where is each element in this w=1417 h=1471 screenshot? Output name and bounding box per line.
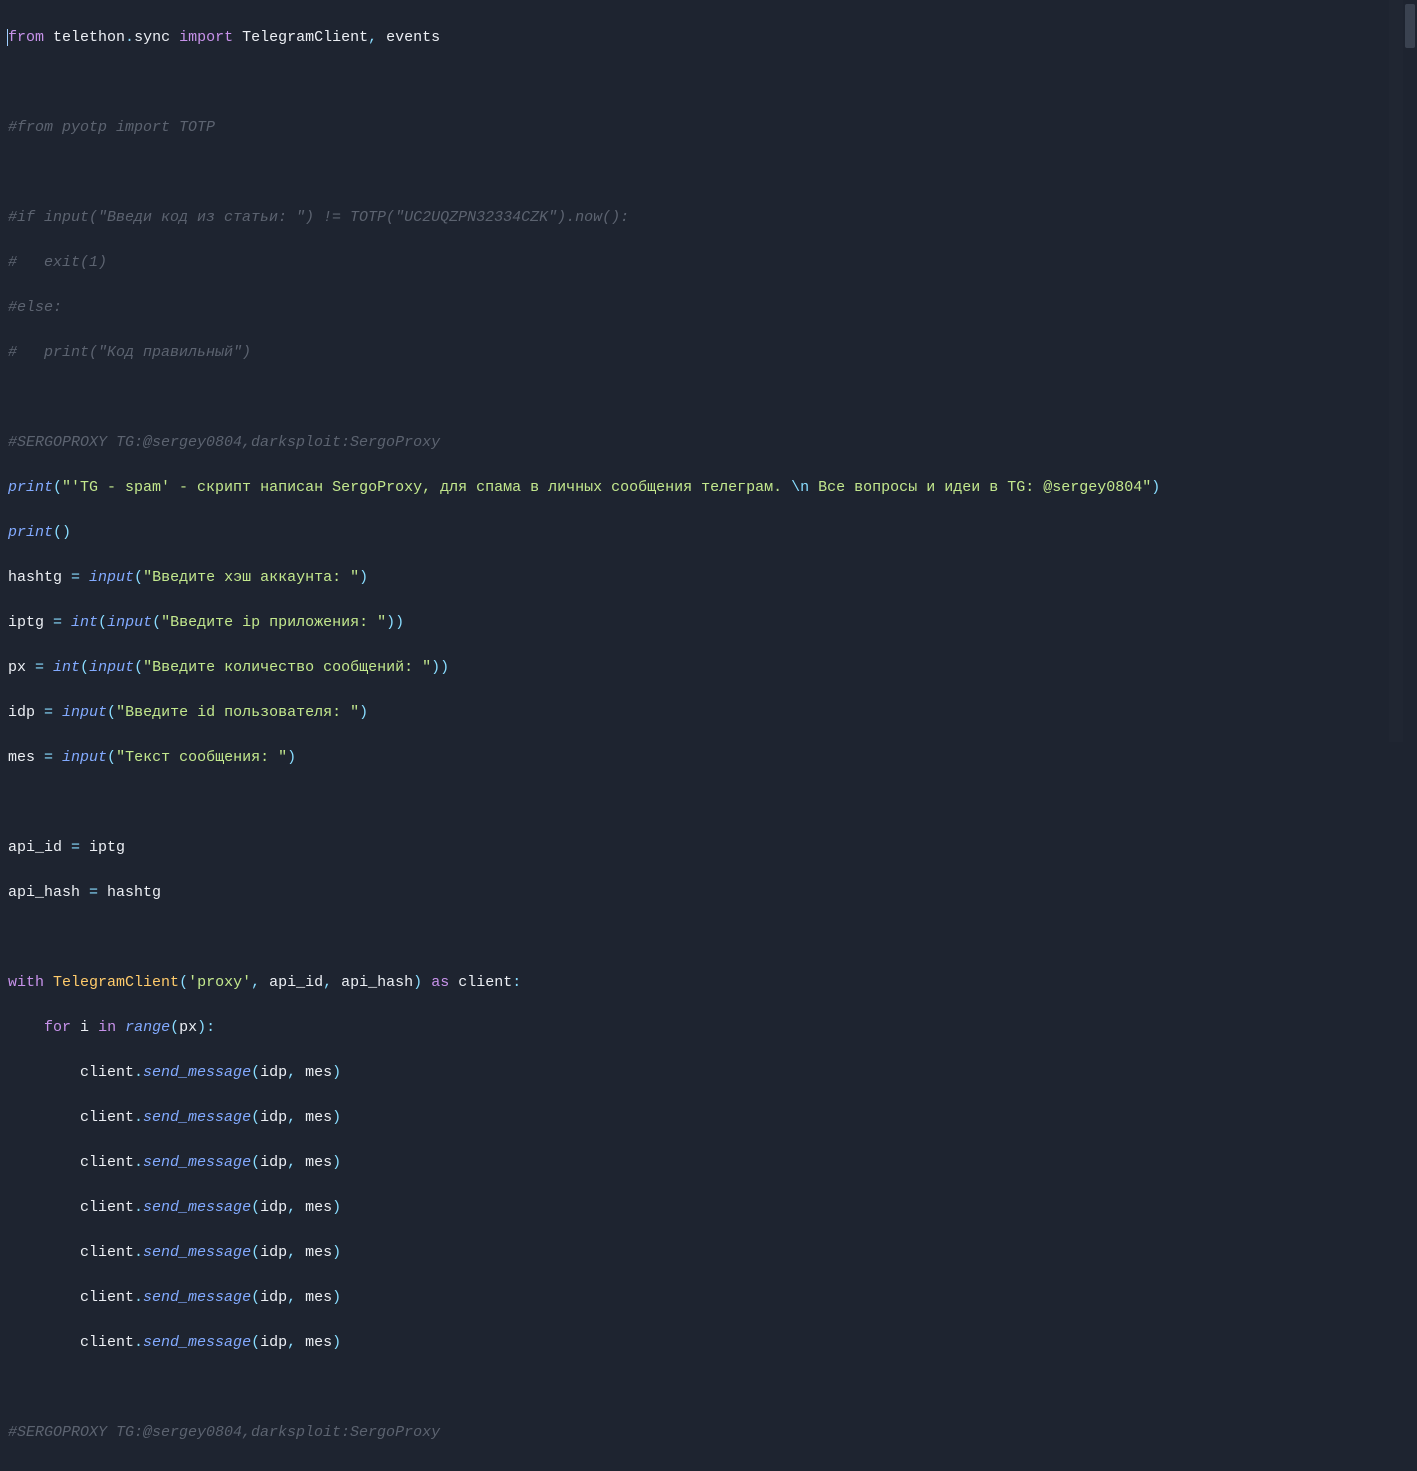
- identifier: mes: [8, 749, 35, 766]
- method-call: send_message: [143, 1064, 251, 1081]
- escape-sequence: \n: [791, 479, 809, 496]
- code-line[interactable]: print(): [8, 522, 1409, 545]
- code-line[interactable]: #SERGOPROXY TG:@sergey0804,darksploit:Se…: [8, 1422, 1409, 1445]
- comment: #SERGOPROXY TG:@sergey0804,darksploit:Se…: [8, 1424, 440, 1441]
- code-line[interactable]: #if input("Введи код из статьи: ") != TO…: [8, 207, 1409, 230]
- builtin-range: range: [125, 1019, 170, 1036]
- keyword-as: as: [431, 974, 449, 991]
- identifier: hashtg: [107, 884, 161, 901]
- code-line[interactable]: print("'TG - spam' - скрипт написан Serg…: [8, 477, 1409, 500]
- keyword-import: import: [179, 29, 233, 46]
- keyword-from: from: [8, 29, 44, 46]
- string-literal: 'proxy': [188, 974, 251, 991]
- code-line[interactable]: [8, 927, 1409, 950]
- method-call: send_message: [143, 1334, 251, 1351]
- comment: # exit(1): [8, 254, 107, 271]
- code-line[interactable]: #SERGOPROXY TG:@sergey0804,darksploit:Se…: [8, 432, 1409, 455]
- builtin-print: print: [8, 524, 53, 541]
- string-literal: "'TG - spam' - скрипт написан SergoProxy…: [62, 479, 791, 496]
- method-call: send_message: [143, 1109, 251, 1126]
- string-literal: "Введите количество сообщений: ": [143, 659, 431, 676]
- code-line[interactable]: px = int(input("Введите количество сообщ…: [8, 657, 1409, 680]
- module-name: sync: [134, 29, 170, 46]
- identifier: idp: [8, 704, 35, 721]
- keyword-for: for: [44, 1019, 71, 1036]
- identifier: px: [8, 659, 26, 676]
- code-line[interactable]: [8, 387, 1409, 410]
- identifier: iptg: [89, 839, 125, 856]
- identifier: api_hash: [8, 884, 80, 901]
- code-line[interactable]: client.send_message(idp, mes): [8, 1197, 1409, 1220]
- code-line[interactable]: # print("Код правильный"): [8, 342, 1409, 365]
- code-line[interactable]: iptg = int(input("Введите ip приложения:…: [8, 612, 1409, 635]
- minimap[interactable]: [1389, 0, 1403, 742]
- string-literal: "Введите id пользователя: ": [116, 704, 359, 721]
- builtin-int: int: [53, 659, 80, 676]
- code-line[interactable]: hashtg = input("Введите хэш аккаунта: "): [8, 567, 1409, 590]
- string-literal: Все вопросы и идеи в TG: @sergey0804": [809, 479, 1151, 496]
- builtin-input: input: [107, 614, 152, 631]
- code-line[interactable]: [8, 72, 1409, 95]
- comment: #else:: [8, 299, 62, 316]
- code-line[interactable]: [8, 162, 1409, 185]
- code-line[interactable]: #else:: [8, 297, 1409, 320]
- method-call: send_message: [143, 1244, 251, 1261]
- builtin-input: input: [89, 659, 134, 676]
- module-name: telethon: [53, 29, 125, 46]
- comment: # print("Код правильный"): [8, 344, 251, 361]
- code-line[interactable]: client.send_message(idp, mes): [8, 1062, 1409, 1085]
- method-call: send_message: [143, 1199, 251, 1216]
- code-line[interactable]: client.send_message(idp, mes): [8, 1107, 1409, 1130]
- dot: .: [125, 29, 134, 46]
- method-call: send_message: [143, 1289, 251, 1306]
- code-line[interactable]: with TelegramClient('proxy', api_id, api…: [8, 972, 1409, 995]
- identifier: events: [386, 29, 440, 46]
- code-line[interactable]: api_hash = hashtg: [8, 882, 1409, 905]
- keyword-with: with: [8, 974, 44, 991]
- builtin-int: int: [71, 614, 98, 631]
- code-line[interactable]: [8, 792, 1409, 815]
- string-literal: "Введите хэш аккаунта: ": [143, 569, 359, 586]
- comment: #if input("Введи код из статьи: ") != TO…: [8, 209, 629, 226]
- code-line[interactable]: client.send_message(idp, mes): [8, 1332, 1409, 1355]
- builtin-input: input: [89, 569, 134, 586]
- code-line[interactable]: # exit(1): [8, 252, 1409, 275]
- class-name: TelegramClient: [53, 974, 179, 991]
- code-line[interactable]: client.send_message(idp, mes): [8, 1152, 1409, 1175]
- method-call: send_message: [143, 1154, 251, 1171]
- identifier: iptg: [8, 614, 44, 631]
- code-line[interactable]: api_id = iptg: [8, 837, 1409, 860]
- scrollbar-track[interactable]: [1403, 0, 1417, 742]
- code-line[interactable]: [8, 1377, 1409, 1400]
- keyword-in: in: [98, 1019, 116, 1036]
- comment: #SERGOPROXY TG:@sergey0804,darksploit:Se…: [8, 434, 440, 451]
- identifier: hashtg: [8, 569, 62, 586]
- identifier: TelegramClient: [242, 29, 368, 46]
- code-line[interactable]: for i in range(px):: [8, 1017, 1409, 1040]
- code-line[interactable]: client.send_message(idp, mes): [8, 1242, 1409, 1265]
- builtin-print: print: [8, 479, 53, 496]
- code-line[interactable]: mes = input("Текст сообщения: "): [8, 747, 1409, 770]
- code-line[interactable]: idp = input("Введите id пользователя: "): [8, 702, 1409, 725]
- builtin-input: input: [62, 704, 107, 721]
- scrollbar-thumb[interactable]: [1405, 4, 1415, 48]
- code-line[interactable]: from telethon.sync import TelegramClient…: [8, 27, 1409, 50]
- code-editor[interactable]: from telethon.sync import TelegramClient…: [0, 0, 1417, 1471]
- builtin-input: input: [62, 749, 107, 766]
- identifier: api_id: [8, 839, 62, 856]
- comment: #from pyotp import TOTP: [8, 119, 215, 136]
- string-literal: "Текст сообщения: ": [116, 749, 287, 766]
- string-literal: "Введите ip приложения: ": [161, 614, 386, 631]
- code-line[interactable]: #from pyotp import TOTP: [8, 117, 1409, 140]
- code-line[interactable]: client.send_message(idp, mes): [8, 1287, 1409, 1310]
